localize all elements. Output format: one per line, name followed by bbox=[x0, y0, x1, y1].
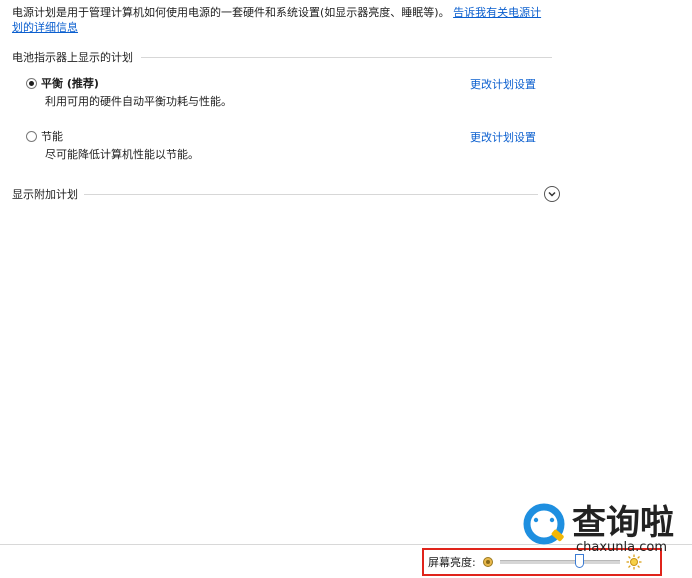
section-divider bbox=[141, 56, 552, 58]
expand-button[interactable] bbox=[544, 186, 560, 202]
brightness-slider-thumb[interactable] bbox=[575, 554, 585, 568]
change-plan-settings-balanced[interactable]: 更改计划设置 bbox=[470, 76, 536, 92]
show-additional-plans-label[interactable]: 显示附加计划 bbox=[12, 186, 78, 202]
plan-power-saver-description: 尽可能降低计算机性能以节能。 bbox=[45, 148, 199, 161]
screen-brightness-label: 屏幕亮度: bbox=[428, 556, 476, 569]
radio-power-saver[interactable] bbox=[26, 130, 37, 142]
learn-more-link-part1[interactable]: 告诉我有关电源计 bbox=[453, 6, 541, 19]
show-additional-plans-row[interactable]: 显示附加计划 bbox=[12, 185, 560, 203]
bright-brightness-icon bbox=[626, 554, 642, 570]
watermark-brand: 查询啦 bbox=[572, 503, 674, 543]
plan-balanced: 平衡 (推荐) 利用可用的硬件自动平衡功耗与性能。 更改计划设置 bbox=[26, 75, 546, 109]
section-title: 电池指示器上显示的计划 bbox=[12, 51, 133, 64]
dim-brightness-icon bbox=[482, 557, 493, 567]
chevron-down-icon bbox=[548, 191, 556, 197]
watermark: 查询啦 chaxunla.com bbox=[516, 494, 692, 556]
intro-paragraph: 电源计划是用于管理计算机如何使用电源的一套硬件和系统设置(如显示器亮度、睡眠等)… bbox=[12, 5, 557, 35]
watermark-site: chaxunla.com bbox=[576, 540, 667, 555]
change-plan-settings-power-saver[interactable]: 更改计划设置 bbox=[470, 129, 536, 145]
plan-balanced-name[interactable]: 平衡 (推荐) bbox=[41, 75, 99, 91]
plan-power-saver-name[interactable]: 节能 bbox=[41, 128, 63, 144]
brightness-slider-track[interactable] bbox=[499, 554, 620, 568]
additional-plans-divider bbox=[84, 193, 538, 195]
learn-more-link-part2[interactable]: 划的详细信息 bbox=[12, 21, 78, 34]
battery-plans-section-header: 电池指示器上显示的计划 bbox=[12, 50, 552, 64]
intro-text: 电源计划是用于管理计算机如何使用电源的一套硬件和系统设置(如显示器亮度、睡眠等)… bbox=[12, 6, 450, 19]
radio-balanced[interactable] bbox=[26, 77, 37, 89]
plan-power-saver: 节能 尽可能降低计算机性能以节能。 更改计划设置 bbox=[26, 128, 546, 162]
plan-balanced-description: 利用可用的硬件自动平衡功耗与性能。 bbox=[45, 95, 232, 108]
